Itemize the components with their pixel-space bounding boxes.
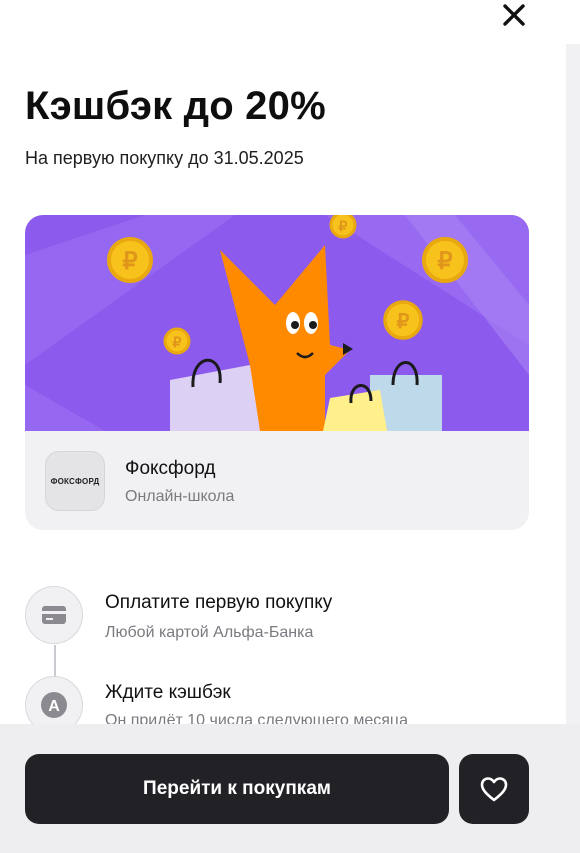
svg-text:₽: ₽: [122, 248, 137, 275]
svg-text:₽: ₽: [173, 334, 182, 350]
coin-icon: ₽: [107, 237, 153, 283]
close-button[interactable]: [496, 0, 532, 30]
step-1-title: Оплатите первую покупку: [105, 592, 333, 613]
coin-icon: ₽: [163, 327, 191, 355]
go-to-purchases-button[interactable]: Перейти к покупкам: [25, 754, 449, 824]
alfa-logo-icon: А: [41, 692, 67, 718]
coin-icon: ₽: [383, 300, 423, 340]
offer-subtitle: На первую покупку до 31.05.2025: [25, 148, 304, 168]
svg-text:₽: ₽: [397, 311, 410, 333]
step-2-title: Ждите кэшбэк: [105, 682, 231, 703]
promo-banner: ₽ ₽ ₽ ₽ ₽: [25, 215, 529, 431]
coin-icon: ₽: [422, 237, 468, 283]
step-1-icon-circle: [25, 586, 83, 644]
svg-text:А: А: [48, 698, 60, 715]
merchant-logo: ФОКСФОРД: [45, 451, 105, 511]
merchant-name: Фоксфорд: [125, 458, 216, 479]
step-1-description: Любой картой Альфа-Банка: [105, 624, 314, 641]
page-title: Кэшбэк до 20%: [25, 84, 326, 128]
close-icon: [503, 4, 525, 26]
svg-text:₽: ₽: [437, 248, 452, 275]
coin-icon: ₽: [329, 215, 357, 239]
merchant-description: Онлайн-школа: [125, 488, 235, 505]
merchant-logo-text: ФОКСФОРД: [50, 476, 100, 486]
bottom-action-bar: Перейти к покупкам: [0, 724, 580, 853]
heart-icon: [480, 777, 508, 802]
favorite-button[interactable]: [459, 754, 529, 824]
card-icon: [42, 606, 66, 624]
svg-text:₽: ₽: [339, 218, 348, 234]
merchant-card[interactable]: ₽ ₽ ₽ ₽ ₽ ФОКСФОРД Фоксфорд Онлайн-школа: [25, 215, 529, 530]
